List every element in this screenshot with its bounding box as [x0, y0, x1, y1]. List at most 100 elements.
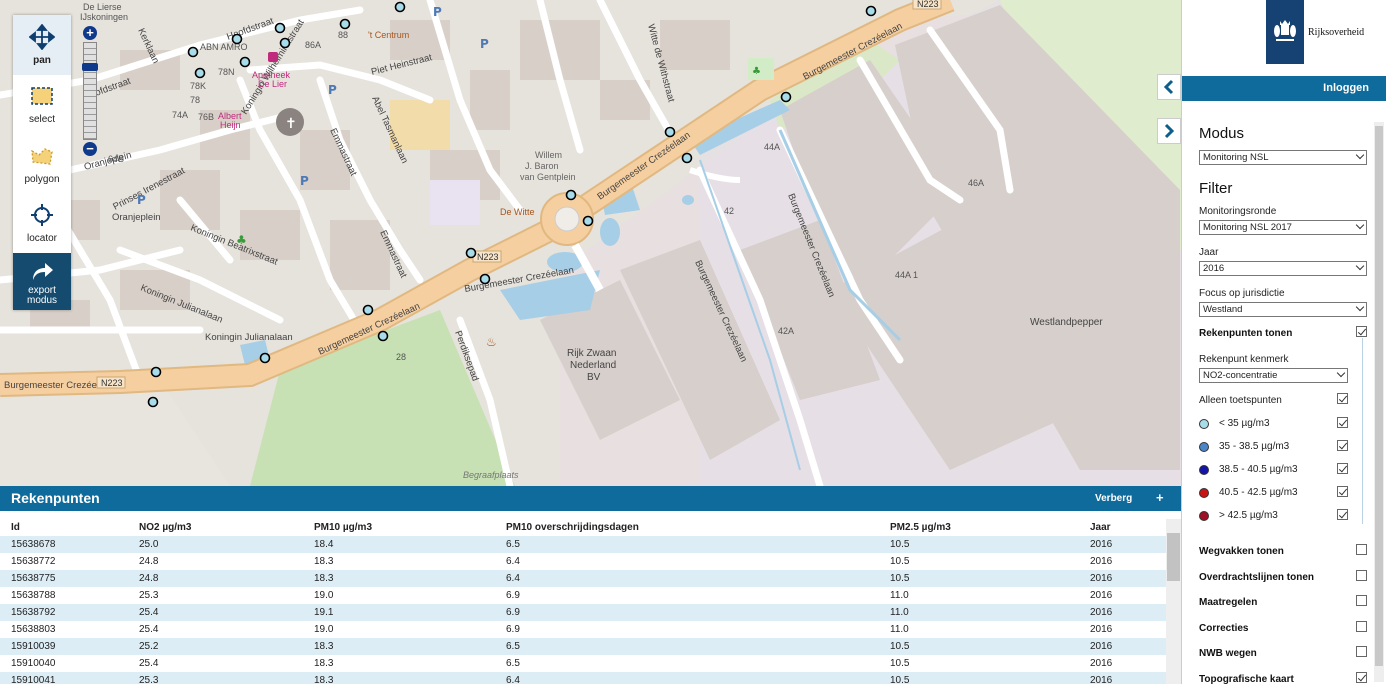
- svg-text:♨: ♨: [486, 335, 497, 349]
- table-cell: 2016: [1090, 607, 1113, 618]
- table-row[interactable]: 15638775 24.8 18.3 6.4 10.5 2016: [0, 570, 1166, 587]
- focus-select[interactable]: Westland: [1199, 302, 1367, 317]
- map-canvas[interactable]: Hoofdstraat Hoofdstraat Piet Heinstraat …: [0, 0, 1181, 486]
- zoom-out-button[interactable]: −: [83, 142, 97, 156]
- table-header-row: Id NO2 µg/m3 PM10 µg/m3 PM10 overschrijding…: [0, 519, 1166, 536]
- table-row[interactable]: 15638788 25.3 19.0 6.9 11.0 2016: [0, 587, 1166, 604]
- table-row[interactable]: 15638772 24.8 18.3 6.4 10.5 2016: [0, 553, 1166, 570]
- alleen-toetspunten-checkbox[interactable]: [1337, 393, 1348, 404]
- svg-text:Oranjeplein: Oranjeplein: [112, 212, 161, 223]
- zoom-in-button[interactable]: +: [83, 26, 97, 40]
- hide-table-button[interactable]: Verberg: [1095, 493, 1132, 504]
- column-header[interactable]: NO2 µg/m3: [139, 519, 191, 536]
- pan-tool[interactable]: pan: [13, 15, 71, 75]
- jaar-select[interactable]: 2016: [1199, 261, 1367, 276]
- table-cell: 15910041: [11, 675, 56, 684]
- table-row[interactable]: 15638678 25.0 18.4 6.5 10.5 2016: [0, 536, 1166, 553]
- legend-label: 38.5 - 40.5 µg/m3: [1219, 464, 1298, 475]
- layer-option-checkbox[interactable]: [1356, 569, 1367, 581]
- ronde-select[interactable]: Monitoring NSL 2017: [1199, 220, 1367, 235]
- login-button[interactable]: Inloggen: [1182, 76, 1386, 101]
- table-cell: 6.9: [506, 590, 520, 601]
- expand-table-button[interactable]: +: [1156, 490, 1164, 505]
- table-cell: 15638803: [11, 624, 56, 635]
- table-cell: 25.3: [139, 590, 159, 601]
- export-label-line2: modus: [26, 294, 57, 306]
- table-cell: 15638792: [11, 607, 56, 618]
- layer-option-checkbox[interactable]: [1356, 620, 1367, 632]
- select-icon: [31, 87, 53, 105]
- expand-panel-button[interactable]: [1157, 118, 1181, 144]
- svg-text:P: P: [300, 174, 309, 188]
- table-cell: 25.2: [139, 641, 159, 652]
- table-cell: 10.5: [890, 675, 910, 684]
- layer-option-checkbox[interactable]: [1356, 646, 1367, 658]
- svg-text:P: P: [328, 83, 337, 97]
- zoom-slider[interactable]: [82, 42, 98, 140]
- kenmerk-select-value: NO2-concentratie: [1203, 370, 1278, 381]
- locator-tool[interactable]: locator: [13, 194, 71, 254]
- table-scrollbar-thumb[interactable]: [1167, 533, 1180, 581]
- table-scrollbar[interactable]: [1166, 519, 1181, 684]
- kenmerk-select[interactable]: NO2-concentratie: [1199, 368, 1348, 383]
- svg-text:Westlandpepper: Westlandpepper: [1030, 317, 1103, 328]
- table-cell: 18.3: [314, 573, 334, 584]
- svg-text:BV: BV: [587, 372, 601, 383]
- rekenpunten-table: Id NO2 µg/m3 PM10 µg/m3 PM10 overschrijding…: [0, 511, 1181, 684]
- polygon-icon: [31, 147, 53, 165]
- column-header[interactable]: PM2.5 µg/m3: [890, 519, 951, 536]
- table-cell: 25.4: [139, 607, 159, 618]
- svg-text:De Lierse: De Lierse: [83, 2, 122, 12]
- legend-checkbox[interactable]: [1337, 509, 1348, 520]
- svg-text:76B: 76B: [198, 112, 214, 122]
- table-title: Rekenpunten: [11, 490, 100, 506]
- kenmerk-label: Rekenpunt kenmerk: [1199, 354, 1289, 365]
- svg-text:Heijn: Heijn: [220, 120, 241, 130]
- svg-text:Koningin Julianalaan: Koningin Julianalaan: [205, 332, 293, 343]
- column-header[interactable]: PM10 overschrijdingsdagen: [506, 519, 639, 536]
- legend-dot-icon: [1199, 511, 1209, 521]
- layer-option-checkbox[interactable]: [1356, 595, 1367, 607]
- svg-text:N223: N223: [101, 378, 123, 388]
- coat-of-arms-icon: [1274, 20, 1296, 41]
- collapse-panel-button[interactable]: [1157, 74, 1181, 100]
- table-cell: 15638678: [11, 539, 56, 550]
- table-row[interactable]: 15910041 25.3 18.3 6.4 10.5 2016: [0, 672, 1166, 684]
- svg-text:78N: 78N: [218, 67, 235, 77]
- table-cell: 10.5: [890, 641, 910, 652]
- layer-option-checkbox[interactable]: [1356, 544, 1367, 555]
- column-header[interactable]: PM10 µg/m3: [314, 519, 372, 536]
- table-cell: 10.5: [890, 658, 910, 669]
- export-label-line1: export: [28, 284, 56, 296]
- svg-text:P: P: [433, 5, 442, 19]
- table-row[interactable]: 15638803 25.4 19.0 6.9 11.0 2016: [0, 621, 1166, 638]
- table-header-bar: Rekenpunten Verberg +: [0, 486, 1181, 511]
- legend-checkbox[interactable]: [1337, 417, 1348, 428]
- modus-title: Modus: [1199, 125, 1245, 142]
- legend-checkbox[interactable]: [1337, 463, 1348, 474]
- panel-scrollbar-thumb[interactable]: [1375, 126, 1383, 666]
- table-row[interactable]: 15910039 25.2 18.3 6.5 10.5 2016: [0, 638, 1166, 655]
- select-tool[interactable]: select: [13, 75, 71, 135]
- modus-select[interactable]: Monitoring NSL: [1199, 150, 1367, 165]
- table-row[interactable]: 15638792 25.4 19.1 6.9 11.0 2016: [0, 604, 1166, 621]
- panel-scrollbar[interactable]: [1374, 122, 1384, 682]
- table-cell: 24.8: [139, 573, 159, 584]
- zoom-slider-handle[interactable]: [82, 63, 98, 71]
- polygon-tool[interactable]: polygon: [13, 134, 71, 194]
- legend-checkbox[interactable]: [1337, 486, 1348, 497]
- legend-dot-icon: [1199, 442, 1209, 452]
- export-mode-button[interactable]: export modus: [13, 253, 71, 310]
- table-cell: 18.3: [314, 556, 334, 567]
- table-row[interactable]: 15910040 25.4 18.3 6.5 10.5 2016: [0, 655, 1166, 672]
- column-header[interactable]: Jaar: [1090, 519, 1111, 536]
- legend-checkbox[interactable]: [1337, 440, 1348, 451]
- table-cell: 6.9: [506, 607, 520, 618]
- column-header[interactable]: Id: [11, 519, 20, 536]
- legend-label: > 42.5 µg/m3: [1219, 510, 1278, 521]
- svg-text:44A 1: 44A 1: [895, 270, 918, 280]
- rekenpunten-tonen-checkbox[interactable]: [1356, 326, 1367, 337]
- rekenpunten-tonen-label: Rekenpunten tonen: [1199, 328, 1293, 339]
- svg-text:42A: 42A: [778, 326, 794, 336]
- layer-option-checkbox[interactable]: [1356, 672, 1367, 683]
